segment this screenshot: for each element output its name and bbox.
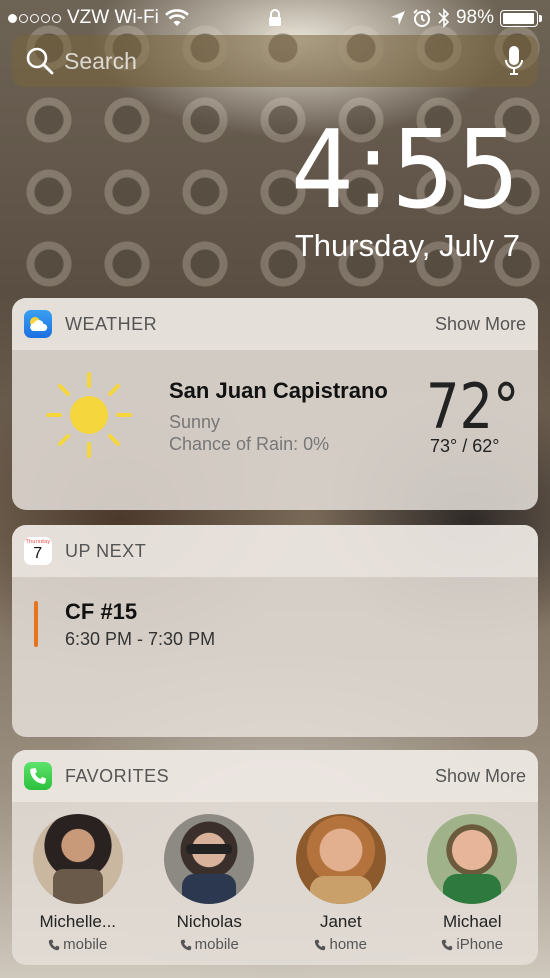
search-input[interactable] xyxy=(64,47,494,75)
weather-rain-chance: Chance of Rain: 0% xyxy=(169,434,330,454)
contact-type-label: mobile xyxy=(63,936,108,953)
contact-name: Michael xyxy=(442,912,502,931)
weather-widget-header: WEATHER Show More xyxy=(12,298,538,350)
status-right: 98% xyxy=(390,7,542,29)
favorites-widget-header: FAVORITES Show More xyxy=(12,750,538,802)
avatar xyxy=(295,814,386,904)
favorites-show-more-button[interactable]: Show More xyxy=(435,766,526,787)
weather-temperature: 72° xyxy=(426,370,520,443)
phone-icon xyxy=(48,939,60,950)
search-bar[interactable] xyxy=(12,35,538,87)
status-left: VZW Wi-Fi xyxy=(8,7,189,29)
weather-widget-title: WEATHER xyxy=(65,313,158,334)
phone-icon xyxy=(442,939,453,950)
favorite-contact[interactable]: Michelle... mobile xyxy=(15,814,140,953)
contact-type: mobile xyxy=(48,936,107,953)
event-time: 6:30 PM - 7:30 PM xyxy=(65,629,216,649)
avatar xyxy=(32,814,123,904)
carrier-label: VZW Wi-Fi xyxy=(67,7,159,28)
favorite-contact[interactable]: Michael iPhone xyxy=(410,814,535,953)
signal-strength-icon xyxy=(8,13,61,23)
event-title[interactable]: CF #15 xyxy=(65,599,137,625)
microphone-icon[interactable] xyxy=(504,45,524,77)
event-color-bar xyxy=(34,601,38,647)
contact-type: home xyxy=(314,936,367,953)
weather-show-more-button[interactable]: Show More xyxy=(435,314,526,335)
contact-type: iPhone xyxy=(441,936,503,953)
calendar-app-icon: Thursday 7 xyxy=(24,537,52,565)
upnext-widget-title: UP NEXT xyxy=(65,540,147,561)
alarm-icon xyxy=(413,9,431,27)
bluetooth-icon xyxy=(438,8,450,28)
weather-app-icon xyxy=(24,310,52,338)
favorites-widget[interactable]: FAVORITES Show More Michelle... mobile N… xyxy=(12,750,538,965)
weather-city: San Juan Capistrano xyxy=(169,378,388,403)
weather-widget-body: San Juan Capistrano Sunny Chance of Rain… xyxy=(12,350,538,510)
lock-screen-date: Thursday, July 7 xyxy=(294,228,520,263)
lock-screen-time: 4:55 xyxy=(291,108,522,233)
phone-icon xyxy=(180,939,191,950)
phone-app-icon xyxy=(24,762,52,790)
location-arrow-icon xyxy=(390,11,405,25)
contact-type: mobile xyxy=(180,936,239,953)
contact-name: Nicholas xyxy=(176,912,242,931)
contact-type-label: home xyxy=(329,936,368,953)
contact-name: Janet xyxy=(319,912,362,931)
phone-icon xyxy=(315,939,326,950)
avatar xyxy=(164,814,255,904)
favorite-contact[interactable]: Janet home xyxy=(278,814,403,953)
calendar-day-number: 7 xyxy=(33,545,43,562)
contact-name: Michelle... xyxy=(39,912,117,931)
upnext-widget-header: Thursday 7 UP NEXT xyxy=(12,525,538,577)
favorites-list: Michelle... mobile Nicholas mobile Janet xyxy=(12,802,538,953)
contact-type-label: mobile xyxy=(194,936,239,953)
battery-icon xyxy=(500,9,542,27)
wifi-icon xyxy=(164,9,189,26)
weather-widget[interactable]: WEATHER Show More San Juan Capistrano Su… xyxy=(12,298,538,510)
battery-percent: 98% xyxy=(455,7,494,28)
weather-high-low: 73° / 62° xyxy=(430,436,500,456)
battery-level xyxy=(503,12,535,24)
avatar xyxy=(427,814,518,904)
upnext-widget[interactable]: Thursday 7 UP NEXT CF #15 6:30 PM - 7:30… xyxy=(12,525,538,737)
lock-icon xyxy=(269,9,281,26)
cloud-sun-icon xyxy=(30,317,48,331)
weather-condition: Sunny xyxy=(169,412,221,432)
search-icon xyxy=(26,47,54,75)
phone-icon xyxy=(30,768,46,784)
contact-type-label: iPhone xyxy=(456,936,504,953)
favorite-contact[interactable]: Nicholas mobile xyxy=(147,814,272,953)
favorites-widget-title: FAVORITES xyxy=(65,765,170,786)
upnext-widget-body: CF #15 6:30 PM - 7:30 PM xyxy=(12,577,538,737)
sun-icon xyxy=(46,372,132,458)
